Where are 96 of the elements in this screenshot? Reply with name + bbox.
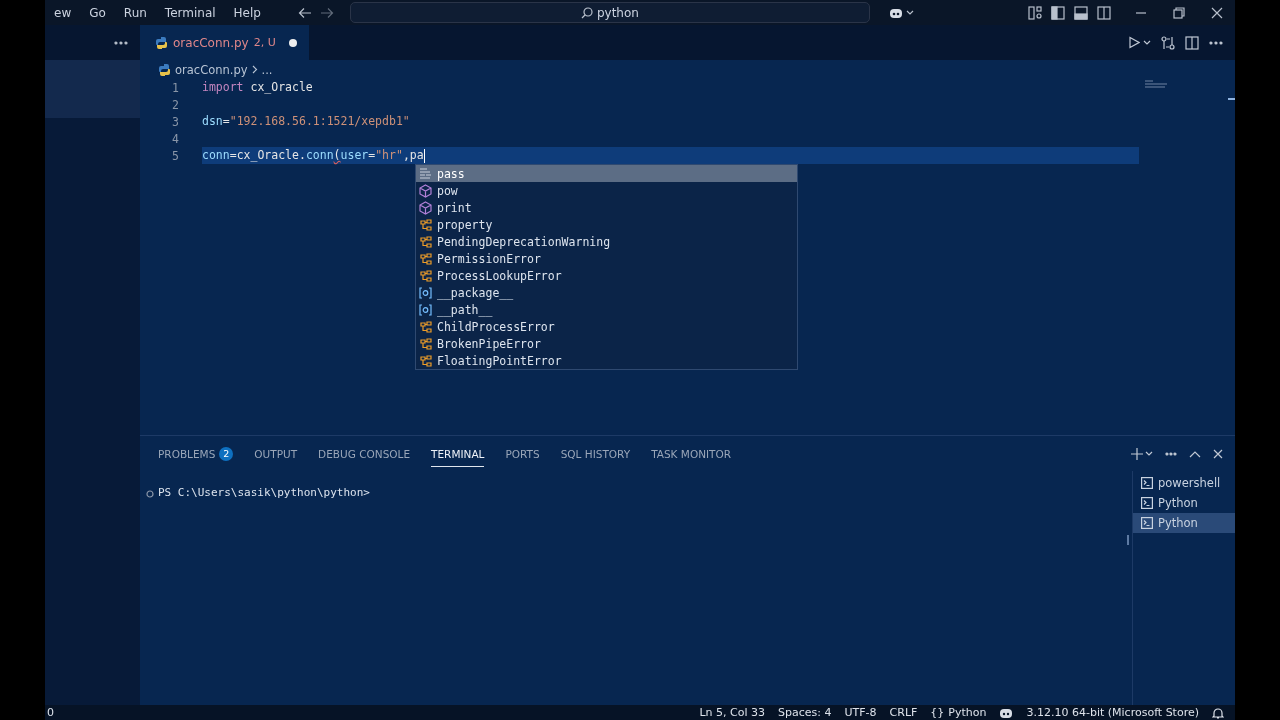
cube-icon [419, 200, 432, 215]
breadcrumb-item[interactable]: ... [261, 62, 273, 77]
class-icon [419, 319, 432, 334]
forward-arrow-icon[interactable] [319, 6, 334, 19]
menu-item[interactable]: Help [224, 5, 270, 20]
class-icon [419, 251, 432, 266]
split-editor-icon[interactable] [1185, 35, 1199, 50]
back-arrow-icon[interactable] [297, 6, 312, 19]
menu-item[interactable]: Run [114, 5, 156, 20]
terminal-prompt: PS C:\Users\sasik\python\python> [158, 486, 370, 499]
search-field[interactable]: python [349, 2, 870, 23]
suggestion-item[interactable]: pow [416, 182, 797, 199]
robot-icon[interactable] [999, 706, 1014, 719]
count-badge: 2 [219, 446, 234, 461]
suggestion-item[interactable]: ProcessLookupError [416, 267, 797, 284]
chevron-down-icon [1145, 450, 1153, 457]
line-number: 2 [171, 97, 180, 112]
line-number: 4 [171, 131, 180, 146]
menu-item[interactable]: Go [80, 5, 115, 20]
suggestion-item[interactable]: property [416, 216, 797, 233]
suggestion-item[interactable]: ChildProcessError [416, 318, 797, 335]
code-line: conn=cx_Oracle.conn(user="hr",pa [202, 147, 426, 164]
panel-tab[interactable]: PORTS [505, 440, 540, 467]
suggestion-item[interactable]: __path__ [416, 301, 797, 318]
suggestion-item[interactable]: FloatingPointError [416, 352, 797, 369]
python-icon [155, 35, 168, 50]
status-item[interactable]: CRLF [889, 706, 918, 719]
minimap-drawing [1145, 80, 1167, 88]
text-lines-icon [419, 166, 432, 181]
status-item[interactable]: 3.12.10 64-bit (Microsoft Store) [1026, 706, 1199, 719]
panel-toggle-icon[interactable] [1074, 5, 1088, 20]
line-number: 5 [171, 148, 180, 163]
search-icon [580, 6, 593, 19]
code-line: dsn="192.168.56.1:1521/xepdb1" [202, 113, 411, 130]
run-button[interactable] [1128, 36, 1151, 49]
bell-icon[interactable] [1212, 706, 1224, 719]
suggestion-item[interactable]: PendingDeprecationWarning [416, 233, 797, 250]
more-icon[interactable] [1165, 451, 1177, 456]
status-item[interactable]: Spaces: 4 [778, 706, 832, 719]
breadcrumb-item[interactable]: oracConn.py [175, 62, 248, 77]
terminal-icon [1141, 517, 1153, 529]
status-item[interactable]: UTF-8 [844, 706, 877, 719]
status-item[interactable]: 0 [47, 706, 54, 719]
play-icon [1128, 36, 1140, 49]
variable-icon [419, 302, 432, 317]
suggestion-item[interactable]: print [416, 199, 797, 216]
terminal-item[interactable]: Python [1133, 513, 1235, 533]
suggestion-item[interactable]: pass [416, 165, 797, 182]
circle-icon [146, 490, 154, 498]
panel-tab[interactable]: SQL HISTORY [560, 440, 631, 467]
chevron-right-icon [251, 65, 258, 74]
class-icon [419, 268, 432, 283]
code-line: import cx_Oracle [202, 79, 314, 96]
suggestion-item[interactable]: __package__ [416, 284, 797, 301]
class-icon [419, 353, 432, 368]
class-icon [419, 217, 432, 232]
menu-item[interactable]: ew [45, 5, 81, 20]
restore-icon[interactable] [1173, 6, 1185, 19]
chevron-down-icon [905, 9, 914, 16]
plus-icon [1131, 447, 1143, 460]
panel-tab[interactable]: OUTPUT [254, 440, 298, 467]
status-item[interactable]: Ln 5, Col 33 [699, 706, 766, 719]
new-terminal-button[interactable] [1131, 447, 1153, 460]
cube-icon [419, 183, 432, 198]
close-icon[interactable] [1213, 448, 1223, 459]
split-view-icon[interactable] [1097, 5, 1111, 20]
class-icon [419, 234, 432, 249]
terminal-icon [1141, 497, 1153, 509]
menu-item[interactable]: Terminal [155, 5, 225, 20]
chevron-up-icon[interactable] [1189, 449, 1201, 458]
chevron-down-icon [1143, 39, 1151, 46]
scrollbar-marker [1228, 98, 1235, 100]
unsaved-dot-icon [288, 38, 297, 47]
panel-tab[interactable]: DEBUG CONSOLE [318, 440, 411, 467]
more-icon[interactable] [114, 40, 128, 45]
python-icon [158, 62, 171, 77]
language-mode[interactable]: {} Python [930, 706, 987, 719]
line-number: 1 [171, 80, 180, 95]
suggestion-item[interactable]: BrokenPipeError [416, 335, 797, 352]
editor-tab[interactable]: oracConn.py 2, U [140, 25, 309, 60]
close-icon[interactable] [1211, 6, 1223, 19]
class-icon [419, 336, 432, 351]
scrollbar-marker [1127, 535, 1129, 545]
panel-tab[interactable]: TASK MONITOR [651, 440, 732, 467]
layout-icon[interactable] [1028, 5, 1042, 20]
more-icon[interactable] [1209, 40, 1223, 45]
terminal-item[interactable]: powershell [1133, 473, 1235, 493]
variable-icon [419, 285, 432, 300]
suggestion-item[interactable]: PermissionError [416, 250, 797, 267]
terminal-item[interactable]: Python [1133, 493, 1235, 513]
panel-tab[interactable]: TERMINAL [431, 440, 485, 467]
panel-tab[interactable]: PROBLEMS 2 [158, 440, 234, 467]
terminal-icon [1141, 477, 1153, 489]
sidebar-toggle-icon[interactable] [1051, 5, 1065, 20]
line-number: 3 [171, 114, 180, 129]
compare-changes-icon[interactable] [1161, 35, 1175, 50]
